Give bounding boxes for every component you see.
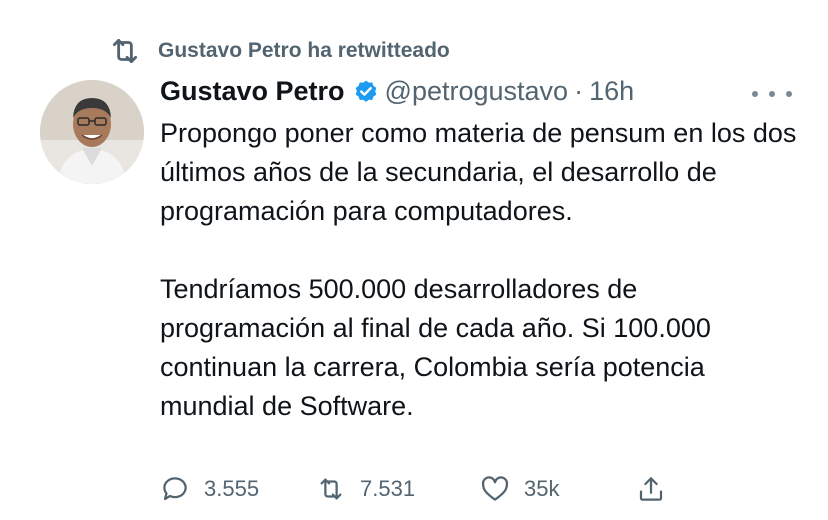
retweet-icon <box>320 478 342 500</box>
share-icon <box>639 477 663 501</box>
separator-dot: · <box>574 76 584 106</box>
retweet-button[interactable]: 7.531 <box>316 474 480 504</box>
share-button[interactable] <box>636 474 680 504</box>
tweet-time[interactable]: 16h <box>589 76 634 107</box>
more-dot <box>769 91 775 97</box>
retweet-header-text[interactable]: Gustavo Petro ha retwitteado <box>158 39 450 63</box>
retweet-icon <box>112 38 138 64</box>
tweet-actions: 3.555 7.531 35k <box>160 474 680 504</box>
avatar-image <box>40 80 144 184</box>
retweet-header[interactable]: Gustavo Petro ha retwitteado <box>108 34 450 68</box>
avatar[interactable] <box>40 80 144 184</box>
more-dot <box>786 91 792 97</box>
heart-icon <box>481 476 509 501</box>
tweet-paragraph-2: Tendríamos 500.000 desarrolladores de pr… <box>160 274 711 421</box>
tweet-paragraph-1: Propongo poner como materia de pensum en… <box>160 118 797 226</box>
verified-badge-icon <box>355 80 376 102</box>
more-dot <box>752 91 758 97</box>
author-name[interactable]: Gustavo Petro <box>160 76 345 107</box>
reply-icon <box>163 477 187 501</box>
like-button[interactable]: 35k <box>480 474 636 504</box>
tweet-text: Propongo poner como materia de pensum en… <box>160 114 800 426</box>
reply-count: 3.555 <box>204 476 260 501</box>
tweet-header: Gustavo Petro @petrogustavo · 16h <box>160 76 634 107</box>
like-count: 35k <box>524 476 560 501</box>
retweet-count: 7.531 <box>360 476 416 501</box>
reply-button[interactable]: 3.555 <box>160 474 316 504</box>
author-handle[interactable]: @petrogustavo <box>385 76 569 107</box>
more-options-icon[interactable] <box>752 84 792 104</box>
